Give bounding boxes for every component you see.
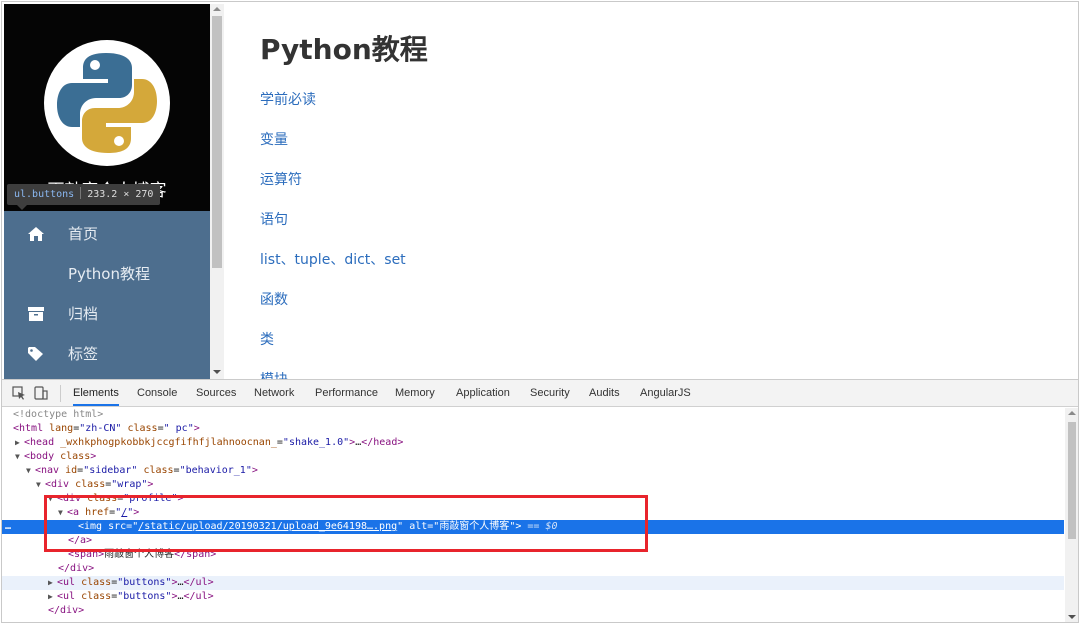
dom-node-head[interactable]: ▶ <head _wxhkphogpkobbkjccgfifhfjlahnoocn… bbox=[2, 436, 1064, 450]
toolbar-divider bbox=[60, 385, 61, 402]
element-inspect-tooltip: ul.buttons 233.2 × 270 bbox=[7, 184, 161, 210]
collapse-arrow-icon[interactable]: ▼ bbox=[15, 450, 24, 464]
ul-class-value: buttons bbox=[123, 577, 166, 588]
scrollbar-thumb[interactable] bbox=[212, 16, 222, 268]
archive-icon bbox=[28, 307, 44, 321]
nav-item-label: Python教程 bbox=[68, 265, 150, 283]
tab-angularjs[interactable]: AngularJS bbox=[640, 380, 691, 406]
tutorial-link[interactable]: 变量 bbox=[260, 129, 288, 149]
scroll-up-arrow-icon[interactable] bbox=[1068, 411, 1076, 415]
dom-node-ul-buttons[interactable]: ▶ <ul class="buttons">…</ul> bbox=[2, 590, 1064, 604]
head-attr-name: _wxhkphogpkobbkjccgfifhfjlahnoocnan_ bbox=[60, 437, 277, 448]
node-menu-icon[interactable]: … bbox=[5, 520, 11, 534]
collapse-arrow-icon[interactable]: ▼ bbox=[26, 464, 35, 478]
expand-arrow-icon[interactable]: ▶ bbox=[48, 576, 57, 590]
dom-node-doctype[interactable]: <!doctype html> bbox=[2, 408, 1064, 422]
collapse-arrow-icon[interactable]: ▼ bbox=[36, 478, 45, 492]
tab-security[interactable]: Security bbox=[530, 380, 570, 406]
main-content: Python教程 学前必读 变量 运算符 语句 list、tuple、dict、… bbox=[224, 4, 1074, 380]
devtools-toolbar: Elements Console Sources Network Perform… bbox=[2, 380, 1078, 407]
python-logo-icon bbox=[57, 53, 157, 153]
page-scrollbar[interactable] bbox=[210, 4, 224, 380]
dom-node-ul-buttons-hovered[interactable]: ▶ <ul class="buttons">…</ul> bbox=[2, 576, 1064, 590]
tutorial-link[interactable]: 学前必读 bbox=[260, 89, 316, 109]
tooltip-selector: ul.buttons bbox=[14, 189, 75, 200]
nav-item-tags[interactable]: 标签 bbox=[4, 334, 210, 374]
tutorial-link[interactable]: 函数 bbox=[260, 289, 288, 309]
scroll-down-arrow-icon[interactable] bbox=[1068, 615, 1076, 619]
nav-item-label: 首页 bbox=[68, 225, 99, 243]
tab-performance[interactable]: Performance bbox=[315, 380, 378, 406]
nav-item-home[interactable]: 首页 bbox=[4, 214, 210, 254]
tab-console[interactable]: Console bbox=[137, 380, 177, 406]
html-lang-value: zh-CN bbox=[85, 423, 116, 434]
tooltip-size: 233.2 × 270 bbox=[87, 189, 154, 200]
dom-node-html[interactable]: <html lang="zh-CN" class=" pc"> bbox=[2, 422, 1064, 436]
tutorial-link[interactable]: list、tuple、dict、set bbox=[260, 249, 406, 269]
tooltip-separator bbox=[80, 187, 82, 199]
page-title: Python教程 bbox=[260, 33, 428, 66]
tutorial-link[interactable]: 语句 bbox=[260, 209, 288, 229]
scroll-down-arrow-icon[interactable] bbox=[213, 370, 221, 374]
tab-application[interactable]: Application bbox=[456, 380, 510, 406]
nav-item-label: 归档 bbox=[68, 305, 99, 323]
sidebar: 雨敲窗个人博客 ul.buttons 233.2 × 270 首页 Python教… bbox=[4, 4, 210, 380]
scroll-up-arrow-icon[interactable] bbox=[213, 7, 221, 11]
html-class-value: pc bbox=[169, 423, 188, 434]
nav-class-value: behavior_1 bbox=[185, 465, 246, 476]
expand-arrow-icon[interactable]: ▶ bbox=[15, 436, 24, 450]
nav-id-value: sidebar bbox=[89, 465, 132, 476]
tutorial-link[interactable]: 运算符 bbox=[260, 169, 302, 189]
div-wrap-class-value: wrap bbox=[117, 479, 142, 490]
tab-network[interactable]: Network bbox=[254, 380, 294, 406]
inspect-element-icon[interactable] bbox=[12, 386, 26, 400]
nav-item-label: 标签 bbox=[68, 345, 99, 363]
doctype-text: <!doctype html> bbox=[13, 409, 104, 420]
dom-node-nav[interactable]: ▼ <nav id="sidebar" class="behavior_1"> bbox=[2, 464, 1064, 478]
dom-node-div-close[interactable]: </div> bbox=[2, 562, 1064, 576]
head-attr-value: shake_1.0 bbox=[288, 437, 344, 448]
scrollbar-thumb[interactable] bbox=[1068, 422, 1076, 539]
devtools-scrollbar[interactable] bbox=[1065, 408, 1078, 622]
tab-memory[interactable]: Memory bbox=[395, 380, 435, 406]
nav-item-python-tutorial[interactable]: Python教程 bbox=[4, 254, 210, 294]
nav-item-archive[interactable]: 归档 bbox=[4, 294, 210, 334]
python-logo-link[interactable] bbox=[44, 40, 170, 166]
tab-elements[interactable]: Elements bbox=[73, 380, 119, 406]
tag-icon bbox=[28, 347, 43, 361]
tab-audits[interactable]: Audits bbox=[589, 380, 620, 406]
dom-node-div-wrap[interactable]: ▼ <div class="wrap"> bbox=[2, 478, 1064, 492]
device-toolbar-icon[interactable] bbox=[34, 386, 48, 400]
ul-class-value: buttons bbox=[123, 591, 166, 602]
dom-node-div-wrap-close[interactable]: </div> bbox=[2, 604, 1064, 618]
tab-sources[interactable]: Sources bbox=[196, 380, 236, 406]
home-icon bbox=[28, 227, 44, 241]
dom-node-body[interactable]: ▼ <body class> bbox=[2, 450, 1064, 464]
expand-arrow-icon[interactable]: ▶ bbox=[48, 590, 57, 604]
tutorial-link[interactable]: 类 bbox=[260, 329, 274, 349]
annotation-highlight-box bbox=[44, 495, 648, 552]
profile: 雨敲窗个人博客 bbox=[4, 4, 210, 211]
screenshot-frame: 雨敲窗个人博客 ul.buttons 233.2 × 270 首页 Python教… bbox=[1, 1, 1079, 623]
